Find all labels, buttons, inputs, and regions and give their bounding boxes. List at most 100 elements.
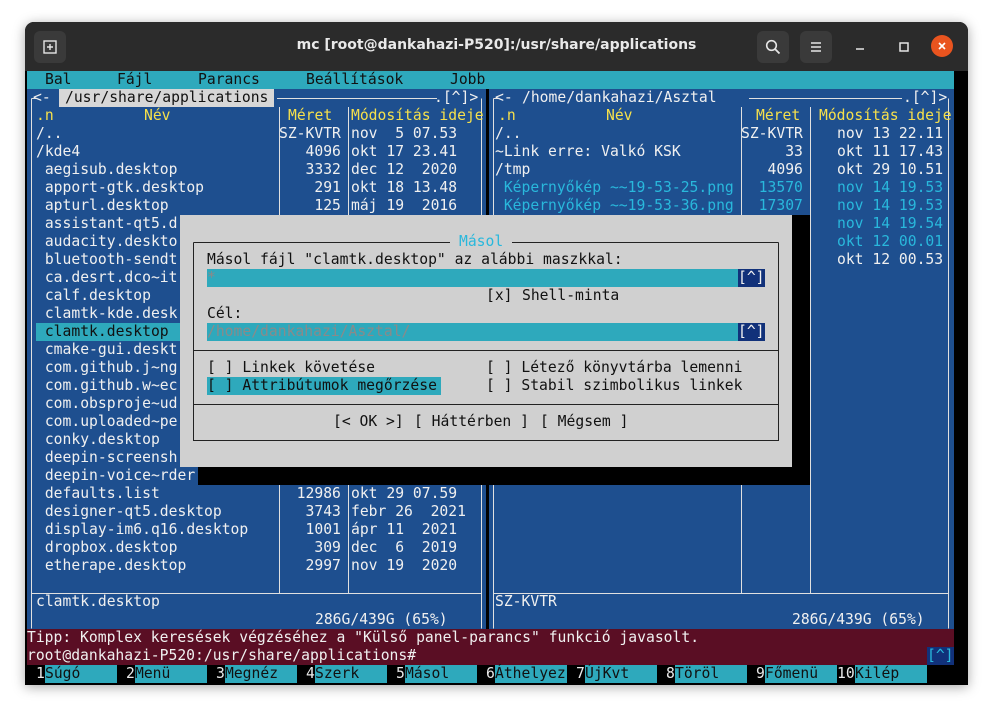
file-row-date: dec 12 2020: [351, 161, 458, 178]
cancel-button[interactable]: [ Mégsem ]: [540, 413, 628, 431]
left-col-n[interactable]: .n: [36, 107, 54, 125]
fkey-4-number: 4: [306, 665, 315, 682]
stable-symlinks-option[interactable]: [ ] Stabil szimbolikus linkek: [486, 377, 742, 395]
file-row-name[interactable]: deepin-voice~rder: [36, 467, 195, 485]
file-row-name[interactable]: bluetooth-sendt: [36, 251, 178, 269]
file-row-name[interactable]: ca.desrt.dco~it: [36, 269, 178, 287]
file-row-name[interactable]: Képernyőkép ~~19-53-36.png: [495, 197, 734, 215]
file-row-name[interactable]: defaults.list: [36, 485, 160, 503]
destination-input-value[interactable]: /home/dankahazi/Asztal/: [207, 323, 410, 341]
destination-history-button[interactable]: [^]: [738, 323, 765, 341]
file-row-name[interactable]: /..: [495, 125, 522, 143]
fkey-3-button[interactable]: Megnéz: [225, 665, 278, 683]
menu-jobb[interactable]: Jobb: [450, 71, 485, 89]
ok-button[interactable]: [< OK >]: [333, 413, 404, 431]
follow-links-option[interactable]: [ ] Linkek követése: [207, 359, 375, 377]
file-row-name[interactable]: designer-qt5.desktop: [36, 503, 222, 521]
search-icon[interactable]: [757, 31, 789, 63]
mask-history-button[interactable]: [^]: [738, 269, 765, 287]
file-row-name[interactable]: /..: [36, 125, 63, 143]
left-panel-path[interactable]: /usr/share/applications: [65, 89, 268, 107]
dive-into-dir-option[interactable]: [ ] Létező könyvtárba lemenni: [486, 359, 742, 377]
background-button[interactable]: [ Háttérben ]: [414, 413, 529, 431]
file-row-date: nov 14 19.53: [837, 197, 944, 214]
right-col-name[interactable]: Név: [606, 107, 633, 125]
file-row-name[interactable]: com.uploaded~pe: [36, 413, 178, 431]
fkey-2-button[interactable]: Menü: [135, 665, 170, 683]
file-row-name[interactable]: /tmp: [495, 161, 530, 179]
left-col-mtime[interactable]: Módosítás ideje: [351, 107, 484, 125]
fkey-7-button[interactable]: ÚjKvt: [585, 665, 629, 683]
left-panel-corner[interactable]: <-: [33, 89, 51, 107]
fkey-8-number: 8: [666, 665, 675, 682]
file-row-name[interactable]: clamtk.desktop: [36, 323, 169, 341]
file-row-size: SZ-KVTR: [741, 125, 803, 142]
file-row-name[interactable]: display-im6.q16.desktop: [36, 521, 248, 539]
menu-bal[interactable]: Bal: [45, 71, 72, 89]
file-row-name[interactable]: dropbox.desktop: [36, 539, 178, 557]
fkey-6-button[interactable]: Áthelyez: [495, 665, 566, 683]
file-row-name[interactable]: apport-gtk.desktop: [36, 179, 204, 197]
menu-beallitasok[interactable]: Beállítások: [306, 71, 403, 89]
fkey-8-button[interactable]: Töröl: [675, 665, 719, 683]
fkey-9-button[interactable]: Főmenü: [765, 665, 818, 683]
mask-input-value[interactable]: *: [207, 269, 216, 287]
file-row-name[interactable]: assistant-qt5.d: [36, 215, 178, 233]
file-row-name[interactable]: calf.desktop: [36, 287, 151, 305]
hamburger-menu-icon[interactable]: [800, 31, 832, 63]
left-disk-usage: 286G/439G (65%): [315, 611, 448, 629]
fkey-4-button[interactable]: Szerk: [315, 665, 359, 683]
file-row-name[interactable]: apturl.desktop: [36, 197, 169, 215]
file-row-name[interactable]: ~Link erre: Valkó KSK: [495, 143, 681, 161]
file-row-size: 17307: [741, 197, 803, 214]
command-prompt[interactable]: root@dankahazi-P520:/usr/share/applicati…: [27, 647, 416, 665]
file-row-date: ápr 11 2021: [351, 521, 458, 538]
file-row-size: 309: [279, 539, 341, 556]
prompt-history-button[interactable]: [^]: [927, 647, 954, 665]
right-col-n[interactable]: .n: [498, 107, 516, 125]
fkey-5-button[interactable]: Másol: [405, 665, 449, 683]
keep-attributes-option[interactable]: [ ] Attribútumok megőrzése: [207, 377, 437, 395]
fkey-10-number: 10: [837, 665, 855, 682]
maximize-icon[interactable]: [888, 31, 920, 63]
file-row-date: okt 29 07.59: [351, 485, 458, 502]
left-panel-controls[interactable]: .[^]>: [434, 89, 478, 107]
menu-parancs[interactable]: Parancs: [198, 71, 260, 89]
file-row-name[interactable]: conky.desktop: [36, 431, 160, 449]
dialog-prompt: Másol fájl "clamtk.desktop" az alábbi ma…: [207, 251, 623, 268]
right-col-size[interactable]: Méret: [756, 107, 800, 125]
file-row-date: máj 19 2016: [351, 197, 458, 214]
fkey-10-button[interactable]: Kilép: [855, 665, 899, 683]
shell-pattern-checkbox[interactable]: [x]: [486, 287, 513, 305]
left-col-size[interactable]: Méret: [288, 107, 332, 125]
fkey-7-number: 7: [576, 665, 585, 682]
file-row-size: 3743: [279, 503, 341, 520]
left-col-name[interactable]: Név: [144, 107, 171, 125]
file-row-name[interactable]: etherape.desktop: [36, 557, 187, 575]
minimize-icon[interactable]: [844, 31, 876, 63]
menubar: [27, 71, 954, 89]
file-row-name[interactable]: com.github.j~ng: [36, 359, 178, 377]
close-icon[interactable]: [931, 35, 953, 57]
file-row-size: 4096: [279, 143, 341, 160]
right-panel-corner[interactable]: <-: [495, 89, 513, 107]
mask-input[interactable]: [207, 269, 765, 287]
menu-fajl[interactable]: Fájl: [117, 71, 152, 89]
shell-pattern-label[interactable]: Shell-minta: [522, 287, 619, 305]
file-row-name[interactable]: aegisub.desktop: [36, 161, 178, 179]
title-bar: mc [root@dankahazi-P520]:/usr/share/appl…: [25, 22, 968, 71]
fkey-1-button[interactable]: Súgó: [45, 665, 80, 683]
right-panel-path[interactable]: /home/dankahazi/Asztal: [522, 89, 717, 107]
file-row-date: okt 11 17.43: [837, 143, 944, 160]
file-row-name[interactable]: /kde4: [36, 143, 80, 161]
file-row-name[interactable]: audacity.deskto: [36, 233, 178, 251]
right-panel-controls[interactable]: .[^]>: [903, 89, 947, 107]
file-row-name[interactable]: deepin-screensh: [36, 449, 178, 467]
file-row-name[interactable]: Képernyőkép ~~19-53-25.png: [495, 179, 734, 197]
right-col-mtime[interactable]: Módosítás ideje: [819, 107, 952, 125]
hint-line: Tipp: Komplex keresések végzéséhez a "Kü…: [27, 629, 700, 646]
file-row-name[interactable]: cmake-gui.deskt: [36, 341, 178, 359]
file-row-name[interactable]: com.github.w~ec: [36, 377, 178, 395]
file-row-name[interactable]: clamtk-kde.desk: [36, 305, 178, 323]
file-row-name[interactable]: com.obsproje~ud: [36, 395, 178, 413]
